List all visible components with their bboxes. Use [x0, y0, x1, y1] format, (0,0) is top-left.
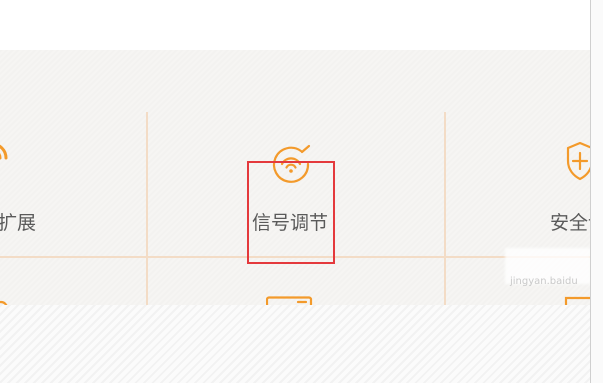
device-icon[interactable] [0, 294, 9, 309]
grid-divider [444, 112, 446, 305]
panel-icon[interactable] [564, 293, 591, 308]
router-icon[interactable] [265, 293, 314, 308]
grid-divider [146, 112, 148, 305]
feature-label-extend[interactable]: 扩展 [0, 208, 36, 235]
top-strip [0, 0, 591, 50]
watermark-text: jingyan.baidu [510, 276, 578, 287]
lower-hatched-area [0, 305, 591, 383]
window-right-edge [590, 0, 603, 383]
wifi-signal-icon[interactable] [0, 138, 16, 172]
highlight-box [247, 161, 335, 264]
